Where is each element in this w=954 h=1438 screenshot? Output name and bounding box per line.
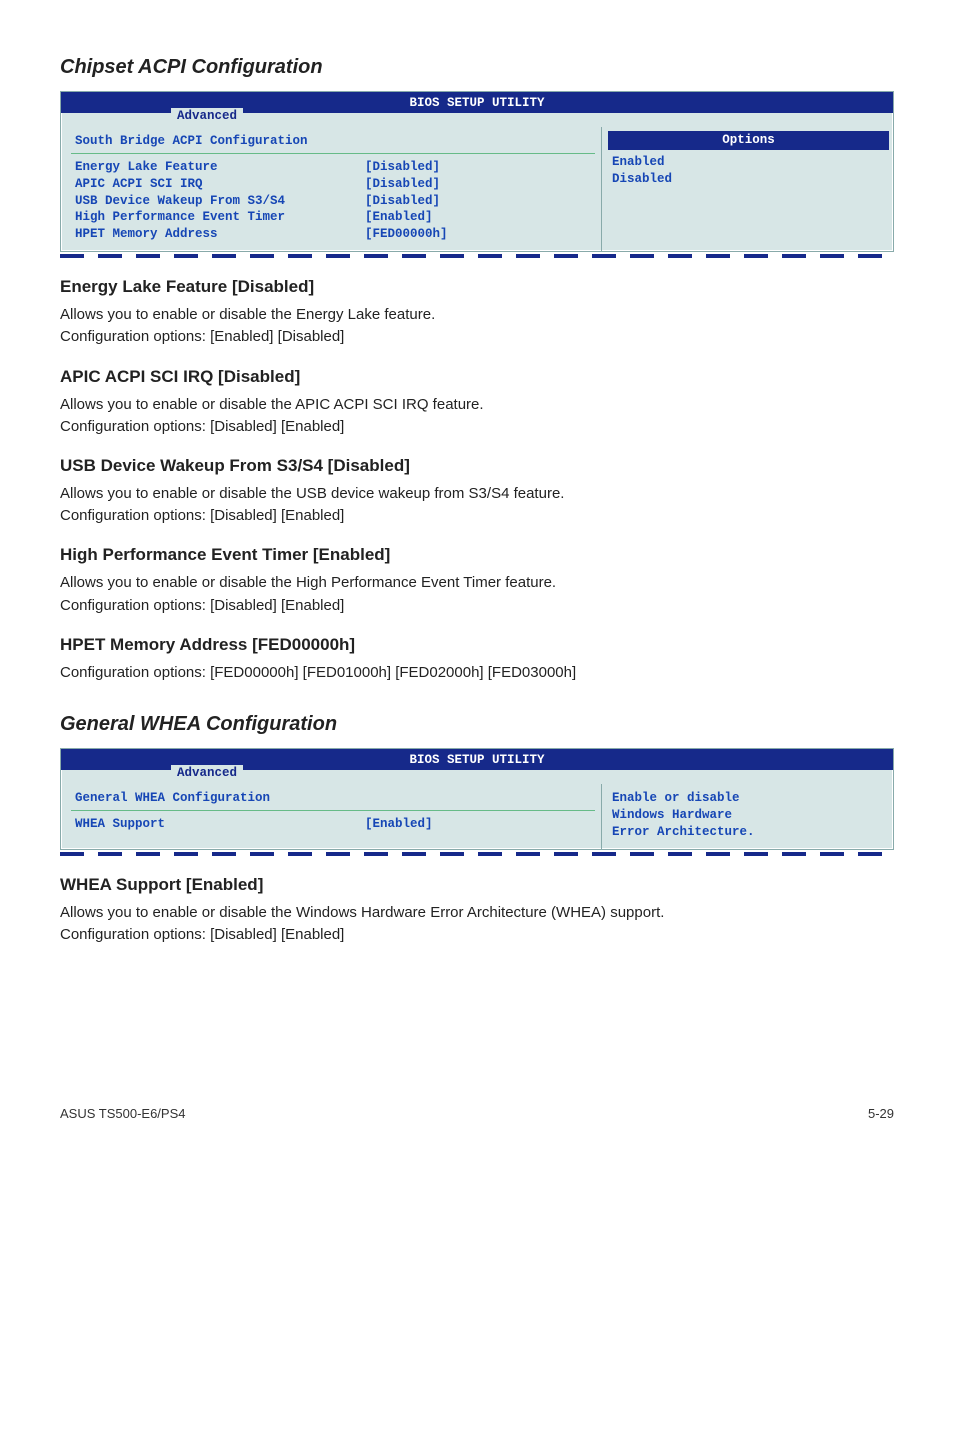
bios-left-panel: South Bridge ACPI Configuration Energy L…: [61, 127, 601, 251]
bios-row[interactable]: HPET Memory Address[FED00000h]: [75, 226, 591, 243]
options-header: Options: [608, 131, 889, 150]
bios-right-panel: Enable or disable Windows Hardware Error…: [601, 784, 893, 849]
section-line: Allows you to enable or disable the APIC…: [60, 395, 894, 415]
footer-left: ASUS TS500-E6/PS4: [60, 1105, 186, 1123]
bios-row[interactable]: Energy Lake Feature[Disabled]: [75, 159, 591, 176]
bios-tab: Advanced: [171, 108, 243, 125]
bios-title-text: BIOS SETUP UTILITY: [409, 96, 544, 110]
panel-heading: General WHEA Configuration: [75, 790, 591, 807]
row-label: Energy Lake Feature: [75, 159, 365, 176]
bios-tab: Advanced: [171, 765, 243, 782]
help-line: Enable or disable: [612, 790, 885, 807]
whea-bios-box: BIOS SETUP UTILITY Advanced General WHEA…: [60, 748, 894, 850]
section-line: Configuration options: [Disabled] [Enabl…: [60, 417, 894, 437]
bios-title-text: BIOS SETUP UTILITY: [409, 753, 544, 767]
row-value: [Disabled]: [365, 159, 440, 176]
row-label: High Performance Event Timer: [75, 209, 365, 226]
bios-title-bar: BIOS SETUP UTILITY Advanced: [61, 92, 893, 113]
row-label: APIC ACPI SCI IRQ: [75, 176, 365, 193]
section-head: WHEA Support [Enabled]: [60, 874, 894, 897]
section-line: Allows you to enable or disable the Ener…: [60, 305, 894, 325]
section-line: Allows you to enable or disable the High…: [60, 573, 894, 593]
section-head: Energy Lake Feature [Disabled]: [60, 276, 894, 299]
bios-row[interactable]: USB Device Wakeup From S3/S4[Disabled]: [75, 193, 591, 210]
bios-title-bar: BIOS SETUP UTILITY Advanced: [61, 749, 893, 770]
help-line: Windows Hardware: [612, 807, 885, 824]
row-label: WHEA Support: [75, 816, 365, 833]
section-head: High Performance Event Timer [Enabled]: [60, 544, 894, 567]
section-line: Configuration options: [Disabled] [Enabl…: [60, 596, 894, 616]
bios-left-panel: General WHEA Configuration WHEA Support[…: [61, 784, 601, 849]
bios-row[interactable]: High Performance Event Timer[Enabled]: [75, 209, 591, 226]
section-line: Configuration options: [Disabled] [Enabl…: [60, 506, 894, 526]
bios-right-panel: Options Enabled Disabled: [601, 127, 893, 251]
bios-row[interactable]: WHEA Support[Enabled]: [75, 816, 591, 833]
section-line: Configuration options: [Enabled] [Disabl…: [60, 327, 894, 347]
dashed-divider: [60, 254, 894, 258]
option-item[interactable]: Disabled: [612, 171, 885, 188]
row-value: [FED00000h]: [365, 226, 448, 243]
row-value: [Disabled]: [365, 193, 440, 210]
section-head: USB Device Wakeup From S3/S4 [Disabled]: [60, 455, 894, 478]
section-head: APIC ACPI SCI IRQ [Disabled]: [60, 366, 894, 389]
panel-heading: South Bridge ACPI Configuration: [75, 133, 591, 150]
page-footer: ASUS TS500-E6/PS4 5-29: [60, 1105, 894, 1123]
option-item[interactable]: Enabled: [612, 154, 885, 171]
row-value: [Enabled]: [365, 816, 433, 833]
row-label: USB Device Wakeup From S3/S4: [75, 193, 365, 210]
footer-right: 5-29: [868, 1105, 894, 1123]
help-line: Error Architecture.: [612, 824, 885, 841]
section-line: Allows you to enable or disable the Wind…: [60, 903, 894, 923]
row-value: [Disabled]: [365, 176, 440, 193]
chipset-bios-box: BIOS SETUP UTILITY Advanced South Bridge…: [60, 91, 894, 252]
section-head: HPET Memory Address [FED00000h]: [60, 634, 894, 657]
row-value: [Enabled]: [365, 209, 433, 226]
section-line: Configuration options: [Disabled] [Enabl…: [60, 925, 894, 945]
bios-row[interactable]: APIC ACPI SCI IRQ[Disabled]: [75, 176, 591, 193]
chipset-title: Chipset ACPI Configuration: [60, 54, 894, 81]
section-line: Configuration options: [FED00000h] [FED0…: [60, 663, 894, 683]
section-line: Allows you to enable or disable the USB …: [60, 484, 894, 504]
whea-title: General WHEA Configuration: [60, 711, 894, 738]
row-label: HPET Memory Address: [75, 226, 365, 243]
dashed-divider: [60, 852, 894, 856]
